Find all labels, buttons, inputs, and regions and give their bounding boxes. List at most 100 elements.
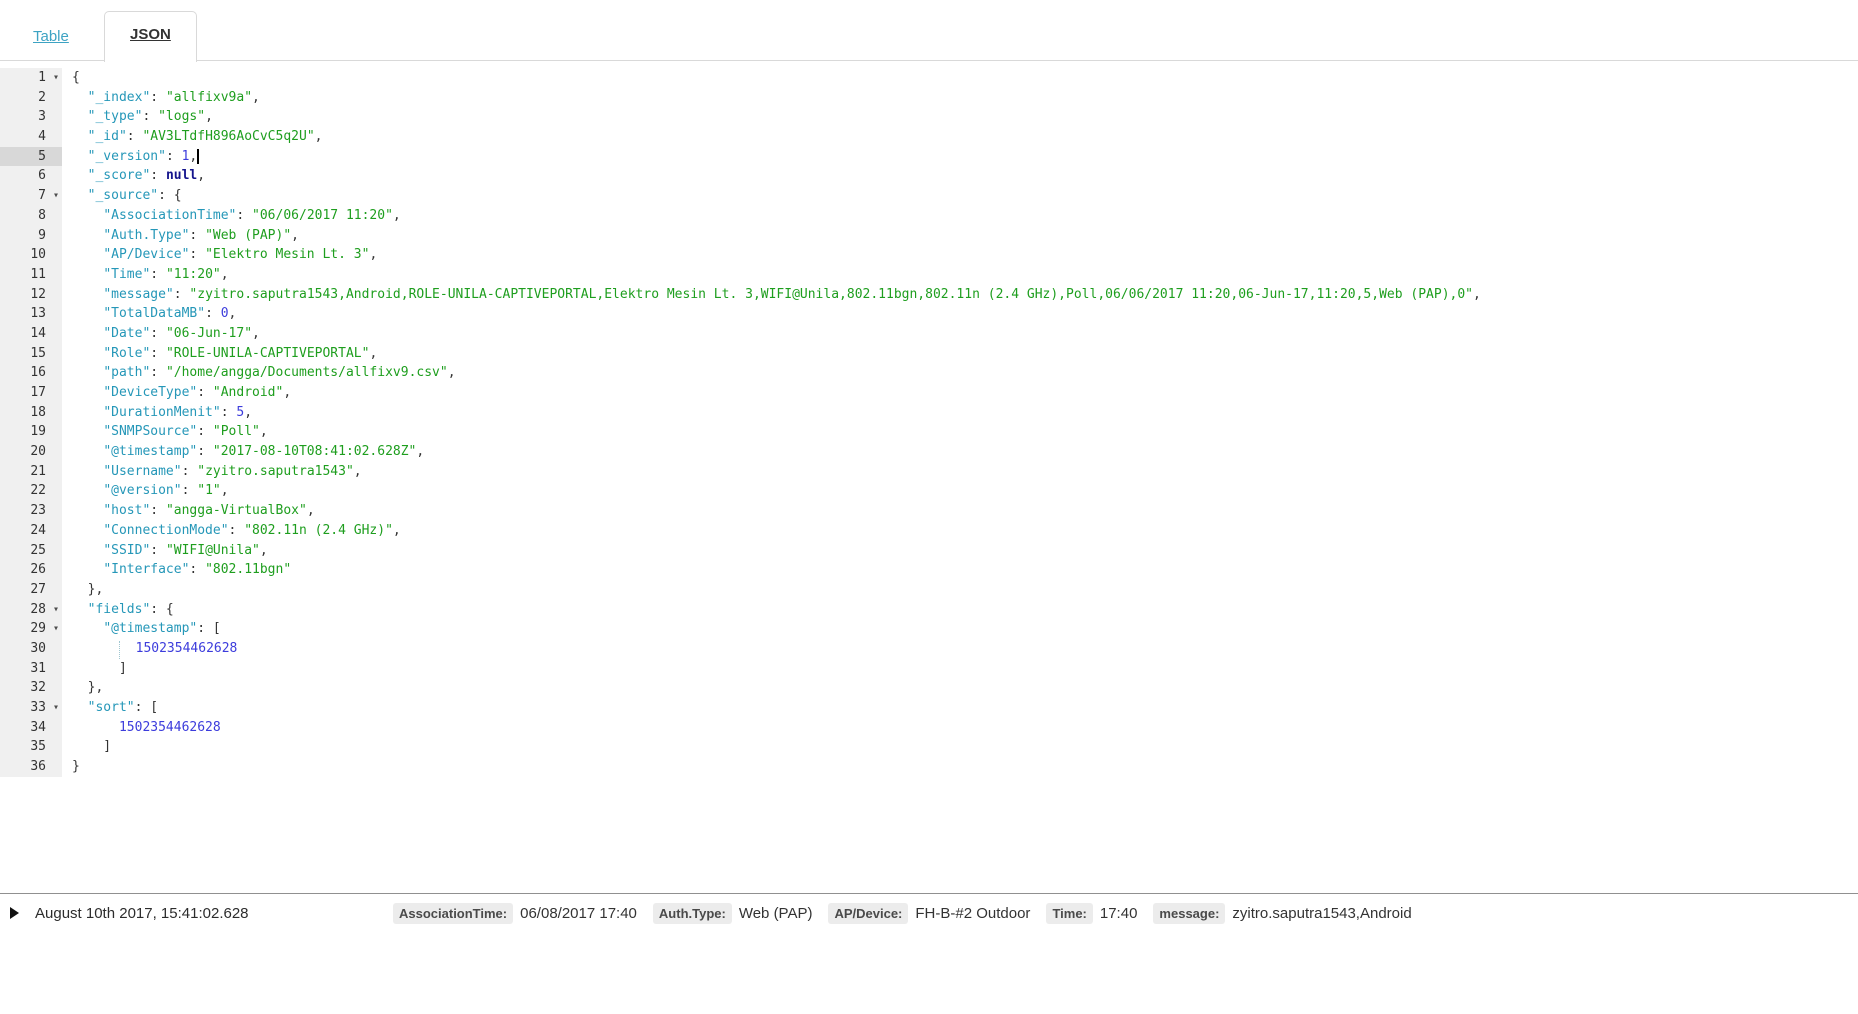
code-text: "Username": "zyitro.saputra1543",: [103, 463, 362, 479]
gutter-line-number: 10: [0, 245, 62, 265]
field-name-badge: AssociationTime:: [393, 903, 514, 924]
editor-line[interactable]: 34 1502354462628: [0, 717, 1858, 738]
field-name-badge: Auth.Type:: [652, 903, 732, 924]
gutter-line-number: 2: [0, 87, 62, 108]
code-text: "Auth.Type": "Web (PAP)",: [103, 227, 299, 243]
gutter-line-number: 18: [0, 402, 62, 423]
code-text: "message": "zyitro.saputra1543,Android,R…: [103, 286, 1481, 302]
editor-line[interactable]: 33 ▾ "sort": [: [0, 698, 1858, 718]
editor-line[interactable]: 36}: [0, 757, 1858, 777]
editor-line[interactable]: 35 ]: [0, 737, 1858, 758]
gutter-line-number: 14: [0, 323, 62, 344]
editor-line[interactable]: 13 "TotalDataMB": 0,: [0, 304, 1858, 324]
gutter-line-number: 9: [0, 225, 62, 246]
gutter-line-number: 30: [0, 638, 62, 659]
gutter-line-number: 35: [0, 737, 62, 758]
code-text: "@timestamp": [: [103, 621, 221, 637]
code-text: "_type": "logs",: [87, 109, 213, 125]
code-text: "_source": {: [87, 188, 182, 204]
editor-line[interactable]: 14 "Date": "06-Jun-17",: [0, 323, 1858, 344]
code-text: "SSID": "WIFI@Unila",: [103, 542, 268, 558]
doc-row[interactable]: August 10th 2017, 15:41:02.628 Associati…: [0, 894, 1858, 1014]
code-text: "_index": "allfixv9a",: [87, 89, 260, 105]
gutter-line-number: 16: [0, 363, 62, 383]
gutter-line-number: 29 ▾: [0, 619, 62, 639]
code-text: "SNMPSource": "Poll",: [103, 424, 268, 440]
editor-line[interactable]: 22 "@version": "1",: [0, 481, 1858, 502]
editor-line[interactable]: 23 "host": "angga-VirtualBox",: [0, 501, 1858, 521]
code-text: },: [72, 680, 104, 696]
gutter-line-number: 19: [0, 422, 62, 443]
gutter-line-number: 1 ▾: [0, 68, 62, 88]
gutter-line-number: 11: [0, 264, 62, 285]
code-text: "DeviceType": "Android",: [103, 385, 292, 400]
editor-line[interactable]: 16 "path": "/home/angga/Documents/allfix…: [0, 363, 1858, 383]
editor-line[interactable]: 12 "message": "zyitro.saputra1543,Androi…: [0, 284, 1858, 305]
editor-line[interactable]: 21 "Username": "zyitro.saputra1543",: [0, 461, 1858, 482]
editor-line[interactable]: 2 "_index": "allfixv9a",: [0, 87, 1858, 108]
editor-line[interactable]: 30 1502354462628: [0, 638, 1858, 659]
editor-line[interactable]: 24 "ConnectionMode": "802.11n (2.4 GHz)"…: [0, 520, 1858, 541]
doc-viewer-tabs: Table JSON: [0, 0, 1858, 62]
gutter-line-number: 15: [0, 343, 62, 364]
editor-line[interactable]: 6 "_score": null,: [0, 166, 1858, 187]
code-text: "_id": "AV3LTdfH896AoCvC5q2U",: [87, 129, 323, 145]
code-text: "fields": {: [87, 601, 174, 617]
gutter-line-number: 22: [0, 481, 62, 502]
gutter-line-number: 20: [0, 442, 62, 462]
fold-arrow-icon[interactable]: ▾: [53, 600, 59, 620]
tab-json[interactable]: JSON: [104, 11, 197, 62]
code-text: ]: [72, 660, 127, 676]
code-text: ]: [72, 739, 112, 755]
editor-line[interactable]: 1 ▾ {: [0, 68, 1858, 88]
gutter-line-number: 3: [0, 107, 62, 128]
tab-table[interactable]: Table: [33, 28, 69, 45]
code-text: "sort": [: [87, 700, 159, 715]
editor-line[interactable]: 25 "SSID": "WIFI@Unila",: [0, 540, 1858, 561]
code-text: "_version": 1,: [87, 148, 200, 164]
doc-row-source: AssociationTime: 06/08/2017 17:40 Auth.Typ…: [393, 903, 1858, 924]
editor-line[interactable]: 32 },: [0, 678, 1858, 698]
gutter-line-number: 6: [0, 166, 62, 187]
editor-line[interactable]: 28 ▾ "fields": {: [0, 599, 1858, 620]
fold-arrow-icon[interactable]: ▾: [53, 68, 59, 88]
fold-arrow-icon[interactable]: ▾: [53, 698, 59, 718]
code-text: "Date": "06-Jun-17",: [103, 325, 260, 341]
editor-line[interactable]: 7 ▾ "_source": {: [0, 186, 1858, 206]
code-text: "@version": "1",: [103, 483, 229, 499]
code-text: }: [72, 759, 80, 775]
editor-line[interactable]: 9 "Auth.Type": "Web (PAP)",: [0, 225, 1858, 246]
editor-line[interactable]: 5 "_version": 1,: [0, 146, 1858, 167]
code-text: 1502354462628: [62, 639, 237, 659]
editor-line[interactable]: 10 "AP/Device": "Elektro Mesin Lt. 3",: [0, 245, 1858, 265]
gutter-line-number: 23: [0, 501, 62, 521]
editor-line[interactable]: 8 "AssociationTime": "06/06/2017 11:20",: [0, 205, 1858, 226]
text-cursor: [197, 148, 200, 164]
editor-line[interactable]: 17 "DeviceType": "Android",: [0, 383, 1858, 403]
editor-line[interactable]: 11 "Time": "11:20",: [0, 264, 1858, 285]
gutter-line-number: 13: [0, 304, 62, 324]
code-text: "AssociationTime": "06/06/2017 11:20",: [103, 207, 401, 223]
code-text: "path": "/home/angga/Documents/allfixv9.…: [103, 365, 456, 381]
expand-caret-icon[interactable]: [10, 907, 19, 919]
editor-line[interactable]: 27 },: [0, 579, 1858, 600]
gutter-line-number: 21: [0, 461, 62, 482]
gutter-line-number: 36: [0, 757, 62, 777]
code-text: "_score": null,: [87, 168, 206, 184]
editor-line[interactable]: 19 "SNMPSource": "Poll",: [0, 422, 1858, 443]
fold-arrow-icon[interactable]: ▾: [53, 619, 59, 639]
gutter-line-number: 32: [0, 678, 62, 698]
fold-arrow-icon[interactable]: ▾: [53, 186, 59, 206]
editor-line[interactable]: 18 "DurationMenit": 5,: [0, 402, 1858, 423]
editor-line[interactable]: 4 "_id": "AV3LTdfH896AoCvC5q2U",: [0, 127, 1858, 147]
editor-line[interactable]: 20 "@timestamp": "2017-08-10T08:41:02.62…: [0, 442, 1858, 462]
json-editor[interactable]: 1 ▾{2 "_index": "allfixv9a", 3 "_type": "l…: [0, 68, 1858, 777]
code-text: 1502354462628: [118, 719, 221, 735]
gutter-line-number: 12: [0, 284, 62, 305]
gutter-line-number: 8: [0, 205, 62, 226]
editor-line[interactable]: 29 ▾ "@timestamp": [: [0, 619, 1858, 639]
editor-line[interactable]: 31 ]: [0, 658, 1858, 679]
editor-line[interactable]: 26 "Interface": "802.11bgn": [0, 560, 1858, 580]
editor-line[interactable]: 3 "_type": "logs",: [0, 107, 1858, 128]
editor-line[interactable]: 15 "Role": "ROLE-UNILA-CAPTIVEPORTAL",: [0, 343, 1858, 364]
